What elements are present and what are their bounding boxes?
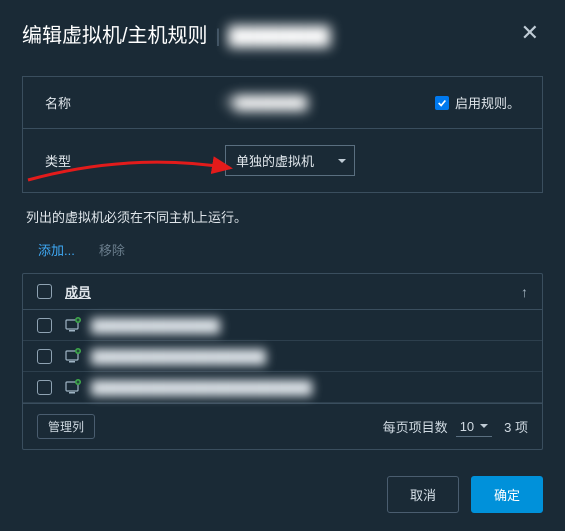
cancel-button[interactable]: 取消	[387, 476, 459, 513]
name-label: 名称	[45, 93, 225, 112]
dialog-footer: 取消 确定	[22, 476, 543, 513]
table-footer: 管理列 每页项目数 10 3 项	[23, 403, 542, 449]
vm-icon	[65, 348, 81, 364]
add-button[interactable]: 添加...	[38, 240, 75, 259]
per-page-value: 10	[460, 419, 474, 434]
checkbox-checked-icon	[435, 96, 449, 110]
enable-rule-label: 启用规则。	[455, 93, 520, 112]
vm-name: ██████████████	[91, 318, 220, 333]
select-all-checkbox[interactable]	[37, 284, 52, 299]
vm-name: ███████████████████	[91, 349, 266, 364]
remove-button[interactable]: 移除	[99, 240, 125, 259]
table-row[interactable]: ██████████████	[23, 310, 542, 341]
dialog-title: 编辑虚拟机/主机规则	[22, 19, 208, 48]
title-separator: |	[216, 26, 221, 47]
members-table: 成员 ↑ ██████████████ ███████████████████ …	[22, 273, 543, 450]
sort-asc-icon[interactable]: ↑	[521, 284, 528, 300]
dialog: 编辑虚拟机/主机规则 | ████████ ✕ 名称 P████████ 启用规…	[0, 0, 565, 531]
form-row-type: 类型 单独的虚拟机	[23, 129, 542, 192]
item-count: 3 项	[504, 417, 528, 436]
rule-description: 列出的虚拟机必须在不同主机上运行。	[26, 207, 543, 226]
name-value-wrap: P████████ 启用规则。	[225, 93, 520, 112]
ok-button[interactable]: 确定	[471, 476, 543, 513]
row-checkbox[interactable]	[37, 318, 52, 333]
member-actions: 添加... 移除	[22, 236, 543, 273]
title-group: 编辑虚拟机/主机规则 | ████████	[22, 19, 330, 48]
dialog-context-name: ████████	[228, 26, 330, 47]
manage-columns-button[interactable]: 管理列	[37, 414, 95, 439]
table-row[interactable]: ███████████████████	[23, 341, 542, 372]
name-value: P████████	[225, 95, 307, 110]
vm-icon	[65, 379, 81, 395]
row-checkbox[interactable]	[37, 380, 52, 395]
type-value-wrap: 单独的虚拟机	[225, 145, 520, 176]
table-row[interactable]: ████████████████████████	[23, 372, 542, 403]
form-row-name: 名称 P████████ 启用规则。	[23, 77, 542, 129]
column-member[interactable]: 成员	[65, 282, 91, 301]
table-header: 成员 ↑	[23, 274, 542, 310]
enable-rule-checkbox[interactable]: 启用规则。	[435, 93, 520, 112]
per-page-select[interactable]: 10	[456, 417, 492, 437]
vm-icon	[65, 317, 81, 333]
vm-name: ████████████████████████	[91, 380, 312, 395]
per-page-label: 每页项目数	[383, 417, 448, 436]
per-page: 每页项目数 10	[383, 417, 492, 437]
row-checkbox[interactable]	[37, 349, 52, 364]
type-select[interactable]: 单独的虚拟机	[225, 145, 355, 176]
close-button[interactable]: ✕	[517, 18, 543, 48]
type-label: 类型	[45, 151, 225, 170]
type-select-value: 单独的虚拟机	[236, 154, 314, 169]
header-checkbox-cell	[37, 284, 65, 299]
dialog-header: 编辑虚拟机/主机规则 | ████████ ✕	[22, 18, 543, 48]
form-box: 名称 P████████ 启用规则。 类型 单独的虚拟机	[22, 76, 543, 193]
